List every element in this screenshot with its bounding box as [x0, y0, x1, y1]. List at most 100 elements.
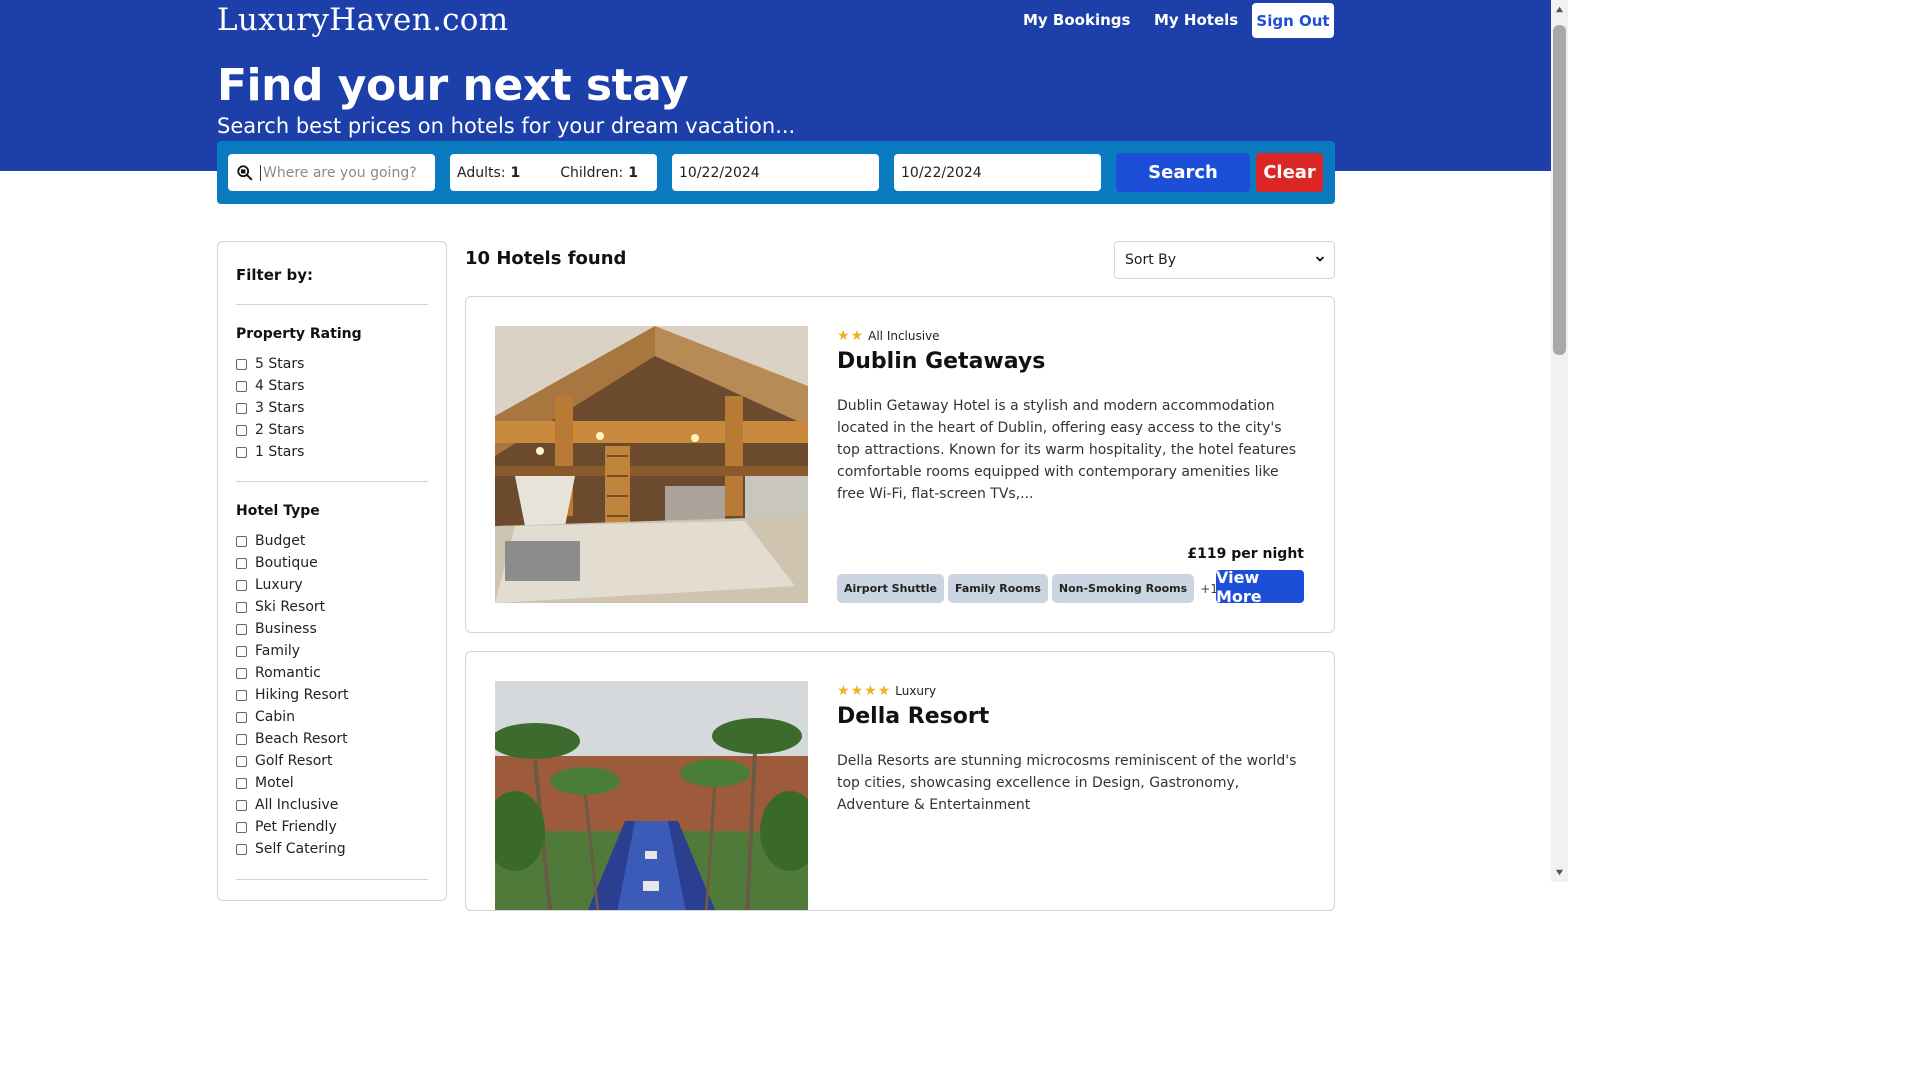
checkbox[interactable]	[236, 358, 247, 370]
option-label: Luxury	[255, 577, 303, 593]
star-icon: ★	[877, 683, 891, 699]
children-value[interactable]: 1	[628, 165, 638, 181]
results-count: 10 Hotels found	[465, 248, 627, 269]
checkbox[interactable]	[236, 535, 247, 547]
option-label: Motel	[255, 775, 294, 791]
checkbox[interactable]	[236, 446, 247, 458]
adults-value[interactable]: 1	[510, 165, 520, 181]
rating-option[interactable]: 3 Stars	[236, 398, 304, 418]
destination-input[interactable]	[260, 164, 430, 181]
type-option[interactable]: Self Catering	[236, 839, 346, 859]
scrollbar-thumb[interactable]	[1553, 25, 1566, 355]
option-label: Pet Friendly	[255, 819, 337, 835]
checkbox[interactable]	[236, 601, 247, 613]
type-option[interactable]: Luxury	[236, 575, 303, 595]
checkbox[interactable]	[236, 579, 247, 591]
option-label: Business	[255, 621, 317, 637]
type-option[interactable]: Business	[236, 619, 317, 639]
scroll-down-icon[interactable]	[1555, 868, 1564, 877]
nav-my-bookings[interactable]: My Bookings	[1023, 11, 1130, 29]
checkbox[interactable]	[236, 689, 247, 701]
facility-chip: Non-Smoking Rooms	[1051, 574, 1195, 603]
search-hotel-icon	[237, 164, 253, 180]
hotel-card: ★ ★ All Inclusive Dublin Getaways Dublin …	[465, 296, 1335, 633]
sign-out-button[interactable]: Sign Out	[1252, 3, 1334, 38]
type-option[interactable]: Hiking Resort	[236, 685, 348, 705]
divider	[236, 481, 428, 482]
checkbox[interactable]	[236, 667, 247, 679]
search-button[interactable]: Search	[1116, 153, 1250, 192]
hotel-rating: ★ ★ ★ ★ Luxury	[837, 683, 936, 699]
rating-group-title: Property Rating	[236, 326, 362, 342]
sort-by-select[interactable]: Sort By	[1114, 241, 1335, 279]
checkbox[interactable]	[236, 799, 247, 811]
checkbox[interactable]	[236, 711, 247, 723]
rating-option[interactable]: 1 Stars	[236, 442, 304, 462]
divider	[236, 304, 428, 305]
type-option[interactable]: Cabin	[236, 707, 295, 727]
hotel-name[interactable]: Dublin Getaways	[837, 349, 1045, 374]
hotel-rating: ★ ★ All Inclusive	[837, 328, 940, 344]
checkbox[interactable]	[236, 777, 247, 789]
facility-list: Airport Shuttle Family Rooms Non-Smoking…	[837, 574, 1253, 603]
rating-option[interactable]: 2 Stars	[236, 420, 304, 440]
option-label: Boutique	[255, 555, 318, 571]
checkbox[interactable]	[236, 424, 247, 436]
checkbox[interactable]	[236, 755, 247, 767]
checkbox[interactable]	[236, 623, 247, 635]
type-option[interactable]: Ski Resort	[236, 597, 325, 617]
nav-my-hotels[interactable]: My Hotels	[1154, 11, 1238, 29]
checkbox[interactable]	[236, 380, 247, 392]
divider	[236, 879, 428, 880]
option-label: Hiking Resort	[255, 687, 349, 703]
search-bar: Adults:1 Children:1 10/22/2024 10/22/202…	[217, 141, 1335, 204]
adults-label: Adults:	[457, 164, 506, 181]
type-option[interactable]: Pet Friendly	[236, 817, 337, 837]
star-icon: ★	[850, 328, 864, 344]
hotel-description: Della Resorts are stunning microcosms re…	[837, 753, 1297, 813]
rating-option[interactable]: 4 Stars	[236, 376, 304, 396]
facility-chip: Family Rooms	[947, 574, 1048, 603]
type-option[interactable]: All Inclusive	[236, 795, 338, 815]
hotel-name[interactable]: Della Resort	[837, 704, 989, 729]
children-label: Children:	[560, 164, 624, 181]
hotel-type: All Inclusive	[868, 329, 940, 343]
checkbox[interactable]	[236, 402, 247, 414]
checkin-date-input[interactable]: 10/22/2024	[672, 154, 879, 191]
hotel-description: Dublin Getaway Hotel is a stylish and mo…	[837, 398, 1297, 502]
checkbox[interactable]	[236, 821, 247, 833]
type-option[interactable]: Family	[236, 641, 300, 661]
checkbox[interactable]	[236, 733, 247, 745]
option-label: Golf Resort	[255, 753, 333, 769]
rating-option[interactable]: 5 Stars	[236, 354, 304, 374]
option-label: Beach Resort	[255, 731, 348, 747]
filter-title: Filter by:	[236, 266, 314, 284]
type-option[interactable]: Romantic	[236, 663, 321, 683]
checkbox[interactable]	[236, 645, 247, 657]
hotel-card: ★ ★ ★ ★ Luxury Della Resort Della Resorts a…	[465, 651, 1335, 911]
option-label: 5 Stars	[255, 356, 305, 372]
chevron-down-icon	[1315, 256, 1325, 262]
type-option[interactable]: Motel	[236, 773, 294, 793]
site-logo[interactable]: LuxuryHaven.com	[217, 2, 508, 38]
type-option[interactable]: Beach Resort	[236, 729, 348, 749]
checkout-date-input[interactable]: 10/22/2024	[894, 154, 1101, 191]
option-label: 2 Stars	[255, 422, 305, 438]
checkbox[interactable]	[236, 557, 247, 569]
clear-button[interactable]: Clear	[1256, 153, 1323, 192]
hotel-type: Luxury	[895, 684, 937, 698]
option-label: 4 Stars	[255, 378, 305, 394]
scroll-up-icon[interactable]	[1555, 5, 1564, 14]
hotel-price: £119 per night	[1187, 546, 1304, 562]
type-option[interactable]: Budget	[236, 531, 305, 551]
option-label: All Inclusive	[255, 797, 339, 813]
option-label: Romantic	[255, 665, 321, 681]
guests-field[interactable]: Adults: 1 Children: 1	[450, 154, 657, 191]
filter-sidebar: Filter by: Property Rating 5 Stars 4 Sta…	[217, 241, 447, 901]
destination-field[interactable]	[228, 154, 435, 191]
checkbox[interactable]	[236, 843, 247, 855]
type-option[interactable]: Boutique	[236, 553, 318, 573]
type-option[interactable]: Golf Resort	[236, 751, 333, 771]
facility-chip: Airport Shuttle	[837, 574, 944, 603]
view-more-button[interactable]: View More	[1216, 568, 1304, 606]
